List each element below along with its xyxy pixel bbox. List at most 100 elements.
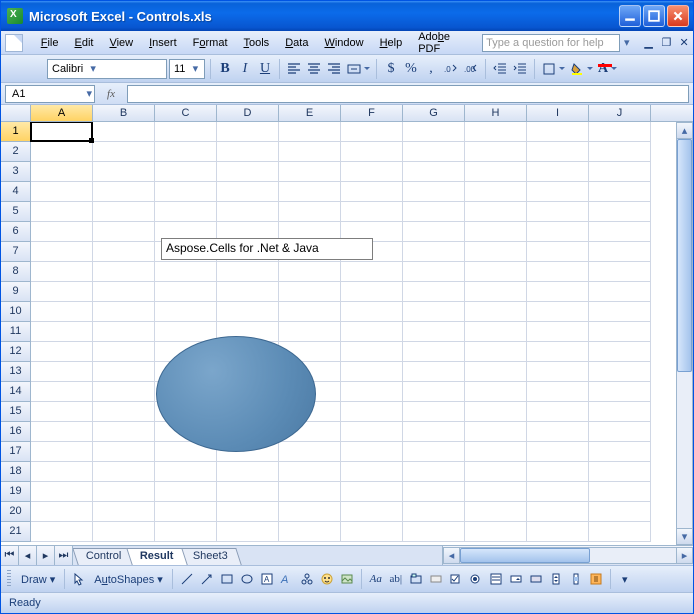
row-header[interactable]: 5: [1, 202, 31, 222]
help-search-dropdown-icon[interactable]: ▾: [624, 36, 634, 49]
cell[interactable]: [527, 402, 589, 422]
minimize-button[interactable]: [619, 5, 641, 27]
cell[interactable]: [403, 382, 465, 402]
cell[interactable]: [589, 442, 651, 462]
cell[interactable]: [465, 202, 527, 222]
cell[interactable]: [217, 262, 279, 282]
cell[interactable]: [31, 322, 93, 342]
italic-button[interactable]: I: [236, 59, 254, 79]
cell[interactable]: [527, 322, 589, 342]
cell[interactable]: [465, 242, 527, 262]
percent-button[interactable]: %: [402, 59, 420, 79]
scroll-down-button[interactable]: ▾: [676, 528, 693, 545]
cell[interactable]: [155, 462, 217, 482]
cell[interactable]: [31, 122, 93, 142]
button-control-button[interactable]: [427, 569, 445, 589]
row-header[interactable]: 20: [1, 502, 31, 522]
column-header[interactable]: I: [527, 105, 589, 121]
cell[interactable]: [465, 382, 527, 402]
cell[interactable]: [527, 362, 589, 382]
insert-diagram-button[interactable]: [298, 569, 316, 589]
cell[interactable]: [527, 242, 589, 262]
column-header[interactable]: C: [155, 105, 217, 121]
cell[interactable]: [155, 482, 217, 502]
cell[interactable]: [279, 162, 341, 182]
increase-decimal-button[interactable]: .0: [442, 59, 460, 79]
scroll-right-button[interactable]: ▸: [676, 547, 693, 564]
cell[interactable]: [465, 222, 527, 242]
line-tool-button[interactable]: [178, 569, 196, 589]
select-objects-button[interactable]: [70, 569, 88, 589]
cell[interactable]: [155, 142, 217, 162]
cell[interactable]: [279, 502, 341, 522]
cell[interactable]: [93, 242, 155, 262]
cell[interactable]: [589, 262, 651, 282]
tab-nav-first-button[interactable]: ⏮: [1, 546, 19, 565]
cell[interactable]: [93, 162, 155, 182]
borders-button[interactable]: [540, 59, 566, 79]
cell[interactable]: [527, 282, 589, 302]
column-header[interactable]: B: [93, 105, 155, 121]
underline-button[interactable]: U: [256, 59, 274, 79]
menu-format[interactable]: Format: [185, 34, 236, 52]
cell[interactable]: [465, 422, 527, 442]
cell[interactable]: [31, 482, 93, 502]
tab-nav-last-button[interactable]: ⏭: [55, 546, 73, 565]
cell[interactable]: [217, 302, 279, 322]
cell[interactable]: [465, 282, 527, 302]
more-controls-button[interactable]: [587, 569, 605, 589]
combobox-control-button[interactable]: [507, 569, 525, 589]
cell[interactable]: [341, 442, 403, 462]
rectangle-tool-button[interactable]: [218, 569, 236, 589]
cell[interactable]: [589, 522, 651, 542]
column-header[interactable]: F: [341, 105, 403, 121]
row-header[interactable]: 9: [1, 282, 31, 302]
cell[interactable]: [31, 382, 93, 402]
increase-indent-button[interactable]: [511, 59, 529, 79]
cell[interactable]: [93, 182, 155, 202]
cell[interactable]: [527, 142, 589, 162]
cell[interactable]: [403, 142, 465, 162]
menu-view[interactable]: View: [101, 34, 141, 52]
cell[interactable]: [155, 302, 217, 322]
cell[interactable]: [93, 422, 155, 442]
row-header[interactable]: 7: [1, 242, 31, 262]
cell[interactable]: [31, 262, 93, 282]
option-control-button[interactable]: [467, 569, 485, 589]
cell[interactable]: [341, 322, 403, 342]
cell[interactable]: [31, 302, 93, 322]
currency-button[interactable]: $: [382, 59, 400, 79]
oval-shape[interactable]: [156, 336, 316, 452]
cell[interactable]: [341, 182, 403, 202]
row-header[interactable]: 6: [1, 222, 31, 242]
align-right-button[interactable]: [325, 59, 343, 79]
cell[interactable]: [31, 342, 93, 362]
menu-insert[interactable]: Insert: [141, 34, 185, 52]
cell[interactable]: [31, 282, 93, 302]
cell[interactable]: [527, 302, 589, 322]
cell[interactable]: [31, 422, 93, 442]
cell[interactable]: [341, 342, 403, 362]
toolbar-options-button[interactable]: ▾: [616, 569, 634, 589]
cell[interactable]: [279, 182, 341, 202]
cell[interactable]: [341, 282, 403, 302]
column-header[interactable]: G: [403, 105, 465, 121]
font-family-combo[interactable]: Calibri ▾: [47, 59, 167, 79]
cell[interactable]: [465, 162, 527, 182]
cell[interactable]: [465, 342, 527, 362]
cell[interactable]: [341, 382, 403, 402]
cell[interactable]: [31, 442, 93, 462]
formula-input[interactable]: [127, 85, 689, 103]
cell[interactable]: [217, 122, 279, 142]
cell[interactable]: [341, 262, 403, 282]
cell[interactable]: [589, 122, 651, 142]
textbox-control-button[interactable]: ab|: [387, 569, 405, 589]
cell[interactable]: [341, 422, 403, 442]
tab-nav-prev-button[interactable]: ◂: [19, 546, 37, 565]
cell[interactable]: [93, 302, 155, 322]
cell[interactable]: [93, 262, 155, 282]
workbook-close-button[interactable]: ✕: [676, 36, 692, 50]
cell[interactable]: [465, 522, 527, 542]
cell[interactable]: [93, 502, 155, 522]
cell[interactable]: [403, 402, 465, 422]
